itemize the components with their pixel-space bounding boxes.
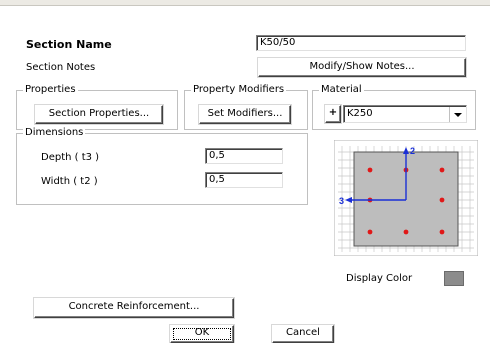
rebar-dot — [439, 229, 445, 235]
window-top-edge — [0, 0, 490, 6]
concrete-reinforcement-button[interactable]: Concrete Reinforcement... — [34, 298, 234, 318]
width-label: Width ( t2 ) — [41, 176, 98, 187]
rebar-dot — [439, 197, 445, 203]
set-modifiers-button[interactable]: Set Modifiers... — [199, 105, 291, 124]
material-select[interactable]: K250 — [343, 105, 467, 123]
section-name-label: Section Name — [26, 38, 112, 51]
ok-label: OK — [194, 327, 210, 338]
display-color-label: Display Color — [346, 273, 413, 284]
section-properties-label: Section Properties... — [48, 108, 150, 119]
rebar-dot — [403, 229, 409, 235]
plus-icon: + — [328, 107, 338, 118]
rebar-dot — [367, 229, 373, 235]
width-input[interactable]: 0,5 — [205, 172, 283, 188]
dimensions-group: Dimensions Depth ( t3 ) 0,5 Width ( t2 )… — [16, 127, 308, 205]
section-name-input[interactable]: K50/50 — [256, 35, 466, 51]
chevron-down-icon[interactable] — [449, 107, 465, 122]
rebar-dot — [439, 167, 445, 173]
section-properties-button[interactable]: Section Properties... — [35, 105, 163, 124]
section-notes-label: Section Notes — [26, 62, 96, 73]
cancel-button[interactable]: Cancel — [272, 325, 334, 343]
frame-section-dialog: Section Name K50/50 Section Notes Modify… — [4, 8, 486, 343]
add-material-button[interactable]: + — [325, 105, 341, 123]
rebar-dot — [367, 167, 373, 173]
material-group: Material + K250 — [312, 84, 476, 130]
concrete-reinforcement-label: Concrete Reinforcement... — [68, 301, 200, 312]
depth-label: Depth ( t3 ) — [41, 152, 100, 163]
dimensions-title: Dimensions — [23, 127, 86, 139]
display-color-swatch[interactable] — [444, 271, 464, 286]
axis-2-label: 2 — [410, 146, 415, 156]
property-modifiers-group: Property Modifiers Set Modifiers... — [184, 84, 308, 130]
modify-show-notes-button[interactable]: Modify/Show Notes... — [258, 58, 466, 77]
property-modifiers-title: Property Modifiers — [191, 84, 287, 96]
material-selected-value: K250 — [347, 108, 373, 119]
ok-button[interactable]: OK — [170, 325, 234, 343]
properties-title: Properties — [23, 84, 78, 96]
cancel-label: Cancel — [286, 327, 320, 338]
set-modifiers-label: Set Modifiers... — [207, 108, 283, 119]
depth-input[interactable]: 0,5 — [205, 148, 283, 164]
modify-show-notes-label: Modify/Show Notes... — [309, 61, 415, 72]
material-title: Material — [319, 84, 364, 96]
axis-3-label: 3 — [339, 196, 344, 206]
section-preview-canvas: 2 3 — [334, 140, 478, 256]
properties-group: Properties Section Properties... — [16, 84, 178, 130]
